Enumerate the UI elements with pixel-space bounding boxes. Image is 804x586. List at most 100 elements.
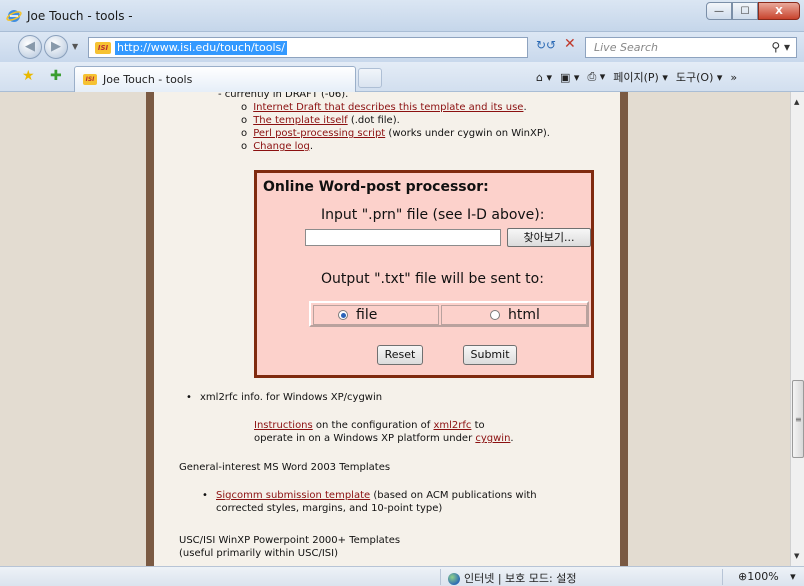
search-icon[interactable]: ⚲ ▾: [771, 40, 790, 54]
right-border: [620, 92, 628, 566]
status-divider: [440, 569, 441, 585]
radio-cell-file: file: [313, 305, 439, 325]
scroll-grip-icon: ≡: [795, 415, 802, 424]
favorites-bar: ★ ✚ ISI Joe Touch - tools ⌂ ▾ ▣ ▾ ⎙ ▾ 페이…: [0, 62, 804, 92]
internet-draft-link[interactable]: Internet Draft that describes this templ…: [253, 102, 523, 113]
tools-menu[interactable]: 도구(O) ▾: [676, 69, 723, 85]
xml2rfc-heading-text: xml2rfc info. for Windows XP/cygwin: [200, 392, 383, 403]
circle-bullet-icon: o: [240, 128, 248, 139]
xml2rfc-instructions-line1: Instructions on the configuration of xml…: [254, 420, 485, 431]
word2003-heading: General-interest MS Word 2003 Templates: [179, 462, 391, 473]
ppt-heading: USC/ISI WinXP Powerpoint 2000+ Templates: [179, 535, 401, 546]
status-divider: [722, 569, 723, 585]
minimize-button[interactable]: —: [706, 2, 732, 20]
main-column: - currently in DRAFT (-06). o Internet D…: [154, 92, 620, 566]
file-path-input[interactable]: [305, 229, 501, 246]
tab-favicon-icon: ISI: [83, 74, 97, 85]
sigcomm-description: (based on ACM publications with: [370, 490, 537, 501]
list-item-suffix: .: [309, 141, 314, 152]
home-button[interactable]: ⌂ ▾: [536, 71, 552, 84]
browse-button[interactable]: 찾아보기...: [507, 228, 591, 247]
window-controls: — ☐ X: [706, 2, 800, 22]
zoom-control[interactable]: ⊕100% ▾: [738, 570, 796, 583]
more-chevron-icon[interactable]: »: [730, 71, 737, 84]
globe-icon: [448, 573, 460, 585]
instructions-link[interactable]: Instructions: [254, 420, 313, 431]
stop-icon[interactable]: ✕: [564, 36, 576, 52]
reset-button[interactable]: Reset: [377, 345, 423, 365]
perl-script-link[interactable]: Perl post-processing script: [253, 128, 385, 139]
search-input[interactable]: Live Search ⚲ ▾: [585, 37, 797, 58]
print-button[interactable]: ⎙ ▾: [587, 70, 605, 84]
sigcomm-template-link[interactable]: Sigcomm submission template: [216, 490, 370, 501]
scroll-down-arrow-icon[interactable]: ▼: [794, 552, 799, 560]
submit-button[interactable]: Submit: [463, 345, 517, 365]
security-zone[interactable]: 인터넷 | 보호 모드: 설정: [448, 570, 576, 586]
command-bar: ⌂ ▾ ▣ ▾ ⎙ ▾ 페이지(P) ▾ 도구(O) ▾ »: [536, 69, 737, 85]
maximize-button[interactable]: ☐: [732, 2, 758, 20]
instructions-text: operate in on a Windows XP platform unde…: [254, 433, 476, 444]
bullet-icon: •: [202, 490, 208, 501]
list-item: o The template itself (.dot file).: [238, 115, 400, 126]
scrollbar-thumb[interactable]: ≡: [792, 380, 804, 458]
zoom-magnifier-icon: ⊕: [738, 570, 748, 583]
sigcomm-item: • Sigcomm submission template (based on A…: [202, 490, 537, 501]
zoom-level: 100%: [747, 570, 779, 583]
input-file-label: Input ".prn" file (see I-D above):: [321, 207, 545, 223]
form-panel: Online Word-post processor: Input ".prn"…: [257, 173, 591, 375]
change-log-link[interactable]: Change log: [253, 141, 310, 152]
zoom-dropdown-icon[interactable]: ▾: [790, 570, 796, 583]
tab-joe-touch-tools[interactable]: ISI Joe Touch - tools: [74, 66, 356, 92]
form-title: Online Word-post processor:: [263, 179, 489, 195]
page-menu[interactable]: 페이지(P) ▾: [613, 69, 668, 85]
favorites-star-icon[interactable]: ★: [22, 68, 35, 84]
window-title: Joe Touch - tools -: [27, 9, 133, 23]
page-viewport: - currently in DRAFT (-06). o Internet D…: [0, 92, 790, 566]
instructions-text: .: [510, 433, 514, 444]
ppt-subheading: (useful primarily within USC/ISI): [179, 548, 338, 559]
security-zone-text: 인터넷 | 보호 모드: 설정: [464, 572, 577, 585]
search-placeholder: Live Search: [594, 41, 658, 54]
add-favorite-icon[interactable]: ✚: [50, 68, 62, 84]
right-margin: [624, 92, 790, 566]
draft-status-text: - currently in DRAFT (-06).: [218, 92, 349, 100]
vertical-scrollbar[interactable]: ▲ ≡ ▼: [790, 92, 804, 566]
template-itself-link[interactable]: The template itself: [253, 115, 347, 126]
refresh-icon[interactable]: ↻↺: [536, 38, 556, 52]
output-format-table: file html: [309, 301, 589, 327]
radio-html[interactable]: [490, 310, 500, 320]
radio-cell-html: html: [441, 305, 587, 325]
close-button[interactable]: X: [758, 2, 800, 20]
ie-logo-icon: [6, 10, 22, 22]
output-file-label: Output ".txt" file will be sent to:: [321, 271, 544, 287]
new-tab-button[interactable]: [358, 68, 382, 88]
left-border: [146, 92, 154, 566]
instructions-text: to: [471, 420, 485, 431]
history-dropdown-icon[interactable]: ▼: [72, 42, 78, 51]
title-bar: Joe Touch - tools - — ☐ X: [0, 0, 804, 32]
navigation-bar: ◀ ▶ ▼ ISI http://www.isi.edu/touch/tools…: [0, 32, 804, 62]
xml2rfc-link[interactable]: xml2rfc: [433, 420, 471, 431]
list-item-suffix: (.dot file).: [347, 115, 400, 126]
address-bar[interactable]: ISI http://www.isi.edu/touch/tools/ ▼: [88, 37, 615, 58]
sigcomm-description-line2: corrected styles, margins, and 10-point …: [216, 503, 443, 514]
circle-bullet-icon: o: [240, 115, 248, 126]
forward-button[interactable]: ▶: [44, 35, 68, 59]
instructions-text: on the configuration of: [312, 420, 434, 431]
tab-label: Joe Touch - tools: [103, 73, 193, 86]
list-item-suffix: (works under cygwin on WinXP).: [385, 128, 550, 139]
feeds-button[interactable]: ▣ ▾: [560, 71, 579, 84]
radio-file[interactable]: [338, 310, 348, 320]
scroll-up-arrow-icon[interactable]: ▲: [794, 98, 799, 106]
list-item: o Perl post-processing script (works und…: [238, 128, 550, 139]
back-button[interactable]: ◀: [18, 35, 42, 59]
bullet-icon: •: [186, 392, 192, 403]
xml2rfc-instructions-line2: operate in on a Windows XP platform unde…: [254, 433, 514, 444]
site-favicon-icon: ISI: [95, 42, 111, 54]
circle-bullet-icon: o: [240, 102, 248, 113]
status-bar: 인터넷 | 보호 모드: 설정 ⊕100% ▾: [0, 566, 804, 586]
cygwin-link[interactable]: cygwin: [475, 433, 510, 444]
circle-bullet-icon: o: [240, 141, 248, 152]
address-url[interactable]: http://www.isi.edu/touch/tools/: [115, 41, 287, 55]
list-item-suffix: .: [523, 102, 527, 113]
